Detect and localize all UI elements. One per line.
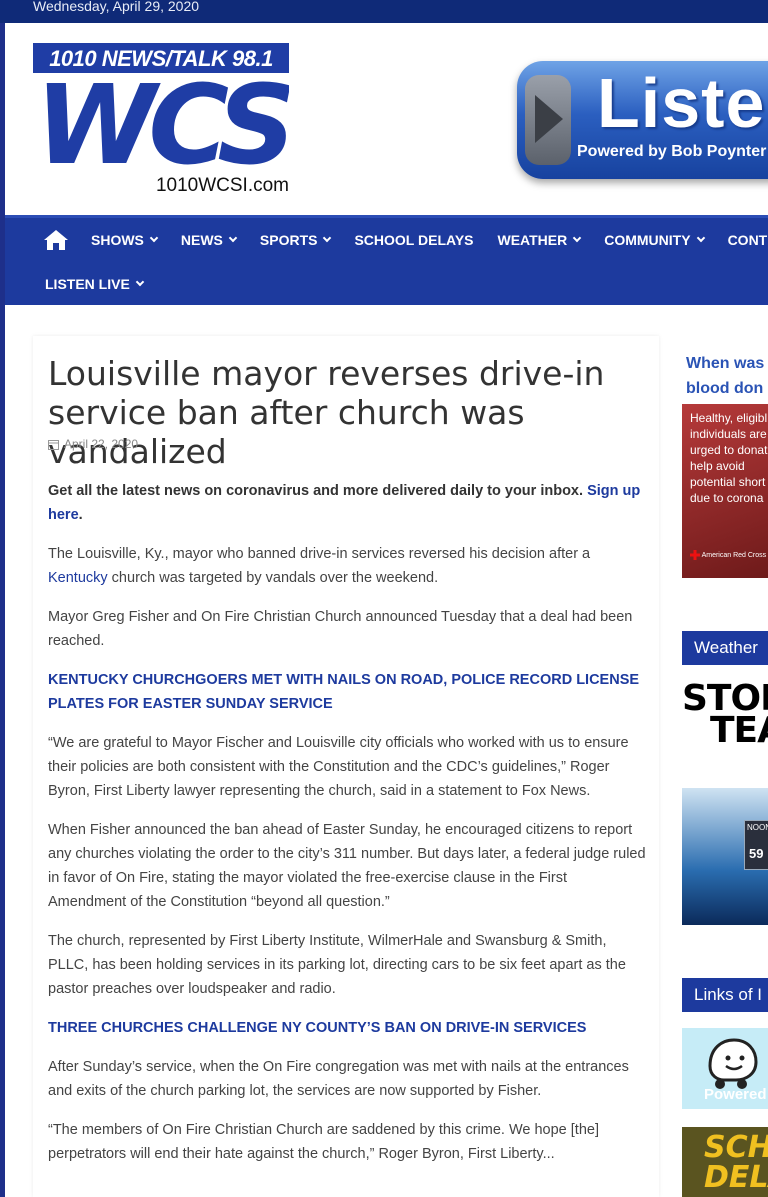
nav-news[interactable]: NEWS bbox=[180, 232, 238, 248]
nav-row-secondary: LISTEN LIVE bbox=[45, 262, 167, 306]
waze-ad[interactable]: Powered bbox=[682, 1028, 768, 1109]
article-card: Louisville mayor reverses drive-in servi… bbox=[33, 336, 659, 1197]
school-delays-ad[interactable]: SCHO DELA bbox=[682, 1127, 768, 1197]
blood-donation-ad[interactable]: When was blood don Healthy, eligibl indi… bbox=[682, 336, 768, 578]
article-date: April 22, 2020 bbox=[48, 437, 138, 451]
blood-ad-line: individuals are bbox=[690, 427, 767, 441]
listen-banner-title: Listen bbox=[597, 64, 768, 142]
signup-text: Get all the latest news on coronavirus a… bbox=[48, 483, 584, 499]
site-header: 1010 NEWS/TALK 98.1 WCSI 1010WCSI.com Li… bbox=[5, 23, 768, 215]
paragraph-6: After Sunday’s service, when the On Fire… bbox=[48, 1059, 629, 1099]
red-cross-icon bbox=[690, 550, 700, 560]
play-icon bbox=[525, 75, 571, 165]
nav-label: NEWS bbox=[180, 232, 223, 248]
paragraph-2: Mayor Greg Fisher and On Fire Christian … bbox=[48, 609, 633, 649]
article-title: Louisville mayor reverses drive-in servi… bbox=[48, 354, 605, 471]
current-date: Wednesday, April 29, 2020 bbox=[33, 0, 200, 14]
logo-url: 1010WCSI.com bbox=[155, 175, 289, 196]
paragraph-1-text: The Louisville, Ky., mayor who banned dr… bbox=[48, 546, 591, 562]
top-date-bar: Wednesday, April 29, 2020 bbox=[0, 0, 768, 23]
paragraph-4: When Fisher announced the ban ahead of E… bbox=[48, 822, 646, 910]
nav-sports[interactable]: SPORTS bbox=[259, 232, 332, 248]
chevron-down-icon bbox=[228, 233, 238, 243]
paragraph-1-text-end: church was targeted by vandals over the … bbox=[107, 570, 439, 586]
paragraph-3: “We are grateful to Mayor Fischer and Lo… bbox=[48, 735, 629, 799]
article-body: Get all the latest news on coronavirus a… bbox=[48, 479, 648, 1181]
nav-label: SCHOOL DELAYS bbox=[354, 232, 474, 248]
weather-widget-title: Weather bbox=[682, 631, 768, 665]
blood-ad-line: urged to donat bbox=[690, 443, 768, 457]
weather-video-thumbnail[interactable]: NOON 59 bbox=[682, 788, 768, 925]
main-navigation: SHOWS NEWS SPORTS SCHOOL DELAYS WEATHER COMMU… bbox=[5, 215, 768, 305]
storm-team-logo[interactable]: STOR TEA bbox=[682, 681, 768, 753]
chevron-down-icon bbox=[572, 233, 582, 243]
nav-weather[interactable]: WEATHER bbox=[497, 232, 582, 248]
logo-frequency-banner: 1010 NEWS/TALK 98.1 bbox=[33, 43, 289, 75]
listen-banner-sponsor: Powered by Bob Poynter Fam bbox=[577, 143, 768, 160]
blood-ad-line: help avoid bbox=[690, 459, 745, 473]
blood-ad-line: potential short bbox=[690, 475, 766, 489]
home-icon[interactable] bbox=[43, 229, 69, 251]
links-widget-title: Links of I bbox=[682, 978, 768, 1012]
related-headline-2[interactable]: THREE CHURCHES CHALLENGE NY COUNTY’S BAN… bbox=[48, 1016, 648, 1040]
nav-label: LISTEN LIVE bbox=[45, 276, 130, 292]
article-date-text: April 22, 2020 bbox=[64, 437, 139, 451]
waze-ad-text: Powered bbox=[704, 1086, 767, 1103]
blood-ad-headline: When was blood don bbox=[682, 336, 768, 404]
sidebar: When was blood don Healthy, eligibl indi… bbox=[682, 336, 768, 1197]
waze-icon bbox=[708, 1038, 758, 1089]
paragraph-1: The Louisville, Ky., mayor who banned dr… bbox=[48, 542, 648, 590]
chevron-down-icon bbox=[323, 233, 332, 243]
weather-screen: NOON 59 bbox=[744, 820, 768, 870]
page-container: 1010 NEWS/TALK 98.1 WCSI 1010WCSI.com Li… bbox=[5, 23, 768, 1197]
signup-paragraph: Get all the latest news on coronavirus a… bbox=[48, 483, 641, 523]
storm-line: TEA bbox=[710, 710, 768, 751]
logo-callsign: WCSI bbox=[33, 73, 289, 177]
blood-ad-line: Healthy, eligibl bbox=[690, 411, 768, 425]
site-logo[interactable]: 1010 NEWS/TALK 98.1 WCSI 1010WCSI.com bbox=[33, 43, 289, 197]
weather-screen-temp: 59 bbox=[749, 846, 764, 861]
nav-contes[interactable]: CONTES bbox=[728, 232, 768, 248]
blood-ad-headline-line: When was bbox=[686, 355, 765, 372]
nav-label: WEATHER bbox=[497, 232, 568, 248]
red-cross-logo: American Red Cross bbox=[690, 550, 766, 560]
nav-listen-live[interactable]: LISTEN LIVE bbox=[45, 276, 145, 292]
weather-screen-label: NOON bbox=[747, 823, 768, 832]
chevron-down-icon bbox=[149, 233, 159, 243]
blood-ad-line: due to corona bbox=[690, 491, 764, 505]
chevron-down-icon bbox=[135, 277, 145, 287]
kentucky-link[interactable]: Kentucky bbox=[48, 570, 108, 586]
nav-community[interactable]: COMMUNITY bbox=[604, 232, 705, 248]
nav-label: CONTES bbox=[727, 232, 768, 248]
paragraph-7: “The members of On Fire Christian Church… bbox=[48, 1122, 599, 1162]
school-ad-line: DELA bbox=[704, 1160, 768, 1195]
nav-row-primary: SHOWS NEWS SPORTS SCHOOL DELAYS WEATHER COMMU… bbox=[43, 218, 768, 262]
nav-label: SPORTS bbox=[259, 232, 318, 248]
chevron-down-icon bbox=[696, 233, 705, 243]
listen-live-banner[interactable]: Listen Powered by Bob Poynter Fam bbox=[517, 61, 768, 179]
blood-ad-headline-line: blood don bbox=[686, 380, 764, 397]
related-headline-1[interactable]: KENTUCKY CHURCHGOERS MET WITH NAILS ON R… bbox=[48, 668, 648, 716]
nav-school-delays[interactable]: SCHOOL DELAYS bbox=[354, 232, 473, 248]
red-cross-text: American Red Cross bbox=[701, 551, 767, 559]
calendar-icon bbox=[48, 439, 59, 450]
paragraph-5: The church, represented by First Liberty… bbox=[48, 933, 626, 997]
nav-shows[interactable]: SHOWS bbox=[91, 232, 159, 248]
nav-label: COMMUNITY bbox=[604, 232, 691, 248]
school-ad-line: SCHO bbox=[704, 1130, 768, 1165]
nav-label: SHOWS bbox=[91, 232, 144, 248]
